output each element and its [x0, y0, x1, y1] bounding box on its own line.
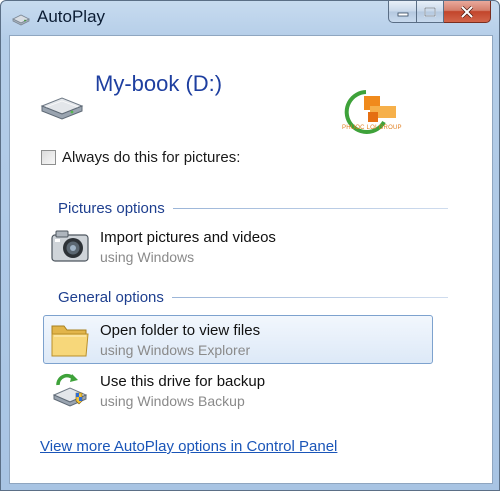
section-title: General options — [58, 289, 164, 306]
always-do-this-label: Always do this for pictures: — [62, 149, 241, 166]
general-options-header: General options — [58, 289, 448, 306]
section-divider — [172, 208, 448, 209]
import-pictures-option[interactable]: Import pictures and videos using Windows — [43, 222, 433, 271]
maximize-icon — [424, 6, 436, 17]
option-title: Use this drive for backup — [100, 373, 266, 390]
maximize-button[interactable] — [417, 1, 444, 23]
section-title: Pictures options — [58, 200, 165, 217]
pictures-options-header: Pictures options — [58, 200, 448, 217]
close-icon — [460, 5, 474, 18]
drive-icon — [40, 97, 84, 120]
option-subtitle: using Windows — [100, 249, 195, 265]
logo-text: PHUOC LOI GROUP — [342, 125, 402, 131]
title-bar[interactable]: AutoPlay — [1, 1, 499, 35]
backup-option[interactable]: Use this drive for backup using Windows … — [43, 366, 433, 415]
backup-icon — [52, 373, 88, 407]
always-do-this-checkbox[interactable] — [41, 150, 56, 165]
camera-icon — [51, 230, 89, 262]
option-title: Import pictures and videos — [100, 229, 276, 246]
window-title: AutoPlay — [37, 7, 106, 26]
autoplay-app-icon — [12, 14, 30, 26]
minimize-button[interactable] — [388, 1, 417, 23]
option-subtitle: using Windows Explorer — [100, 342, 251, 358]
open-folder-option[interactable]: Open folder to view files using Windows … — [43, 315, 433, 364]
section-divider — [171, 297, 448, 298]
minimize-icon — [397, 12, 408, 16]
folder-icon — [51, 325, 89, 357]
option-subtitle: using Windows Backup — [100, 393, 245, 409]
control-panel-link[interactable]: View more AutoPlay options in Control Pa… — [40, 438, 337, 455]
option-title: Open folder to view files — [100, 322, 261, 339]
always-do-this-row[interactable]: Always do this for pictures: — [41, 149, 240, 166]
phuoc-loi-logo — [344, 90, 396, 134]
drive-title: My-book (D:) — [95, 71, 223, 96]
dialog-content: My-book (D:) PHUOC LOI GROUP Always do t… — [9, 35, 493, 484]
caption-buttons — [388, 1, 491, 23]
close-button[interactable] — [444, 1, 491, 23]
autoplay-window: AutoPlay My-book (D:) PHUOC LOI GROUP Al… — [0, 0, 500, 491]
